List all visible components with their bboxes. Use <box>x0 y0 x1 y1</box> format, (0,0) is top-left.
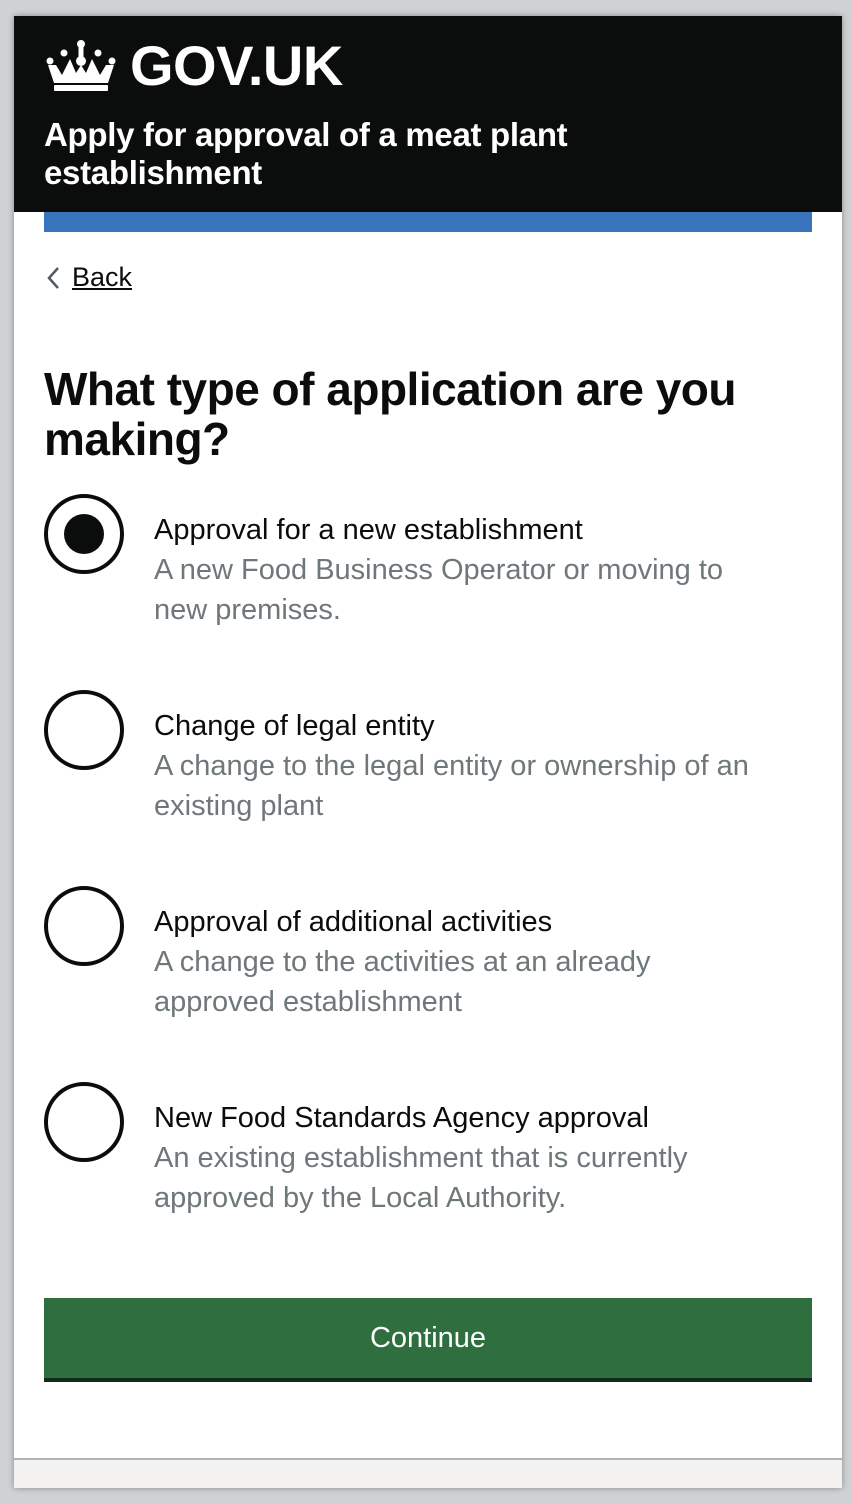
radio-option-new-fsa-approval[interactable]: New Food Standards Agency approval An ex… <box>44 1082 814 1278</box>
radio-hint: A new Food Business Operator or moving t… <box>154 554 724 626</box>
back-link[interactable]: Back <box>44 262 132 293</box>
continue-button[interactable]: Continue <box>44 1298 812 1378</box>
radio-hint: A change to the activities at an already… <box>154 946 651 1018</box>
govuk-logo[interactable]: GOV.UK <box>44 36 812 96</box>
service-name[interactable]: Apply for approval of a meat plant estab… <box>44 116 644 192</box>
back-link-label: Back <box>72 262 133 292</box>
radio-hint: A change to the legal entity or ownershi… <box>154 750 749 822</box>
radio-label[interactable]: Change of legal entity <box>154 706 435 746</box>
radio-button[interactable] <box>44 886 124 966</box>
radio-button[interactable] <box>44 1082 124 1162</box>
application-type-radios: Approval for a new establishment A new F… <box>44 494 814 1278</box>
radio-selected-dot <box>64 514 104 554</box>
radio-option-new-establishment[interactable]: Approval for a new establishment A new F… <box>44 494 814 690</box>
radio-hint: An existing establishment that is curren… <box>154 1142 688 1214</box>
radio-button[interactable] <box>44 494 124 574</box>
govuk-header: GOV.UK Apply for approval of a meat plan… <box>14 16 842 212</box>
govuk-logotype: GOV.UK <box>130 34 343 97</box>
radio-label[interactable]: Approval for a new establishment <box>154 510 583 550</box>
page-frame: GOV.UK Apply for approval of a meat plan… <box>14 16 842 1488</box>
crown-icon <box>46 40 116 91</box>
radio-label[interactable]: New Food Standards Agency approval <box>154 1098 649 1138</box>
header-accent-bar <box>44 212 812 232</box>
footer <box>14 1458 842 1488</box>
radio-option-additional-activities[interactable]: Approval of additional activities A chan… <box>44 886 814 1082</box>
radio-option-change-legal-entity[interactable]: Change of legal entity A change to the l… <box>44 690 814 886</box>
page-title: What type of application are you making? <box>44 363 736 465</box>
radio-label[interactable]: Approval of additional activities <box>154 902 552 942</box>
chevron-left-icon <box>47 266 59 289</box>
radio-button[interactable] <box>44 690 124 770</box>
